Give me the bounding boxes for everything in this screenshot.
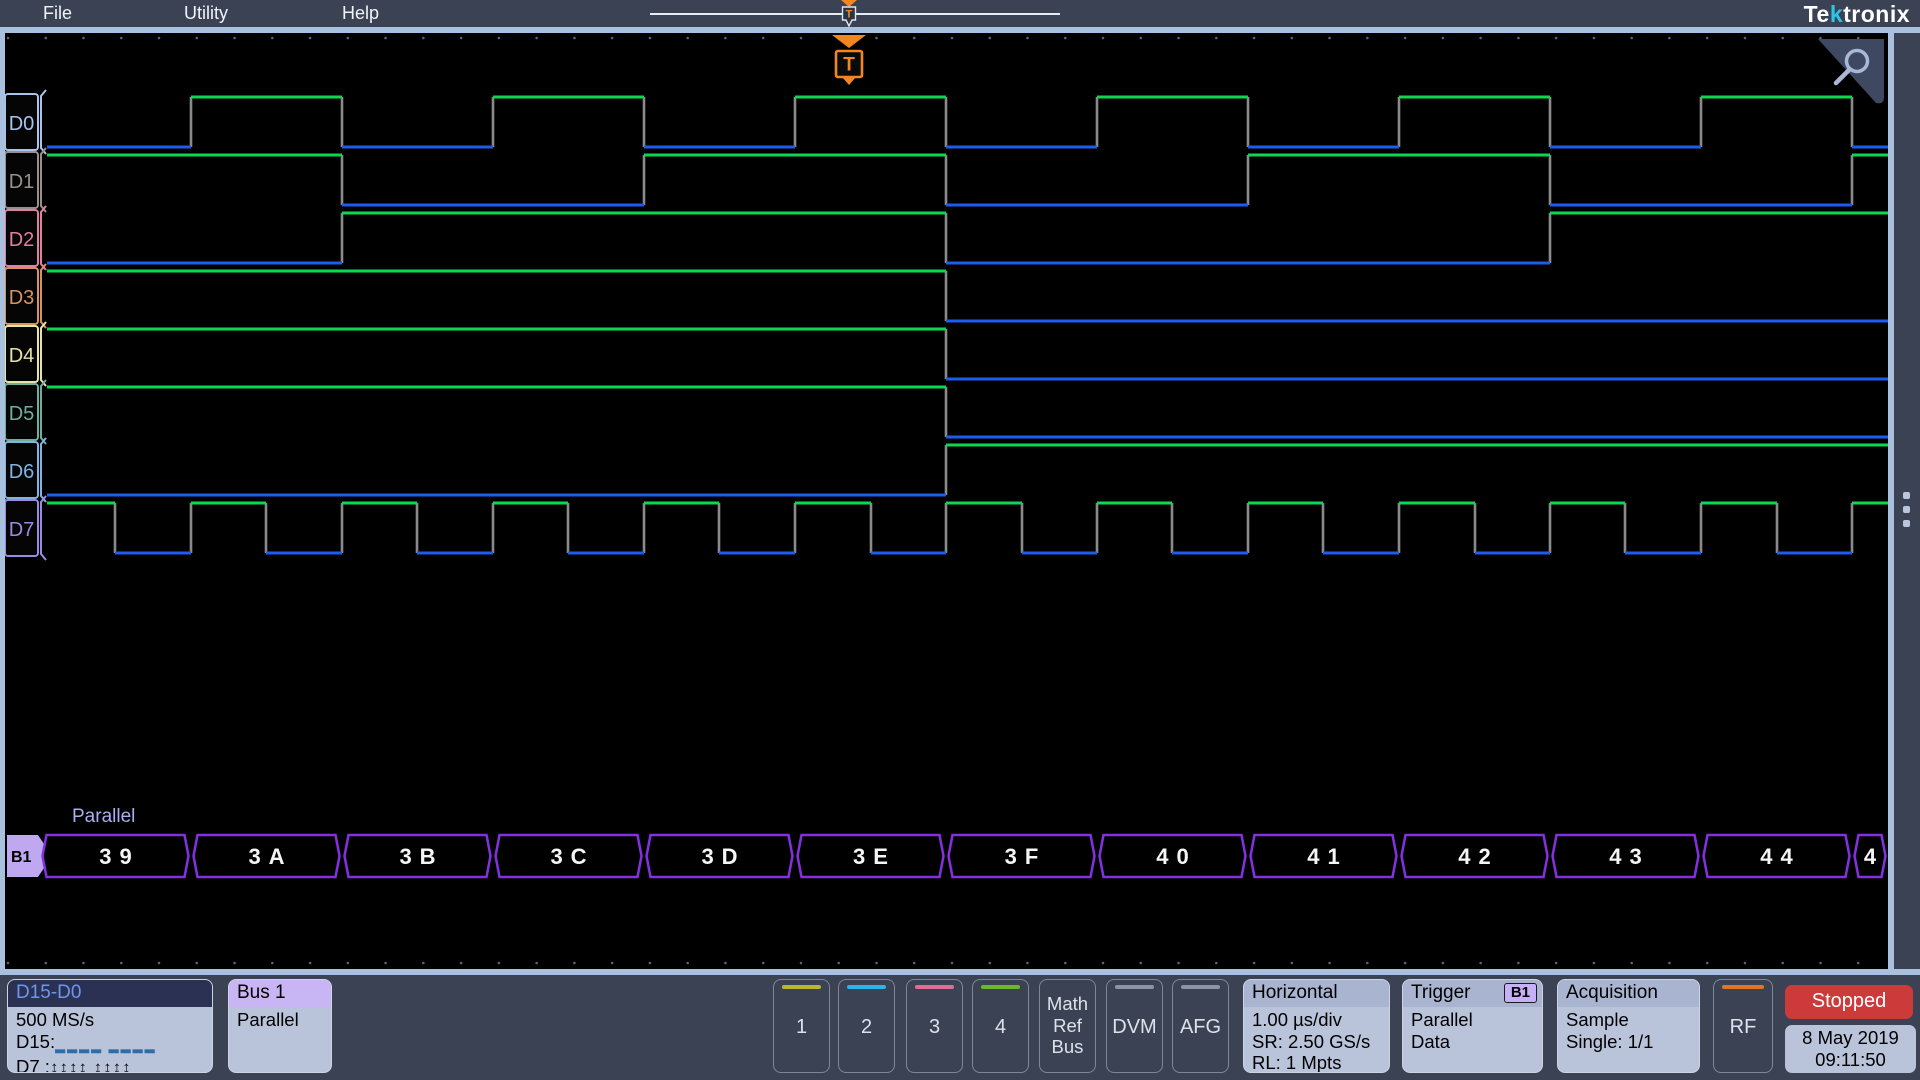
dvm-button[interactable]: DVM (1106, 979, 1163, 1073)
svg-text:3B: 3B (399, 844, 443, 869)
svg-text:40: 40 (1156, 844, 1196, 869)
bus-value-cell: 41 (1251, 835, 1397, 877)
waveform-display: D0 D1 D2 D3 D4 D5 D6 D7 Parallel B1 39 3A 3B 3C 3D 3E 3F… (0, 27, 1920, 975)
record-length: RL: 1 Mpts (1252, 1052, 1389, 1073)
bus1-badge[interactable]: Bus 1 Parallel (228, 979, 332, 1073)
svg-text:3C: 3C (550, 844, 594, 869)
tektronix-logo: Tektronix (1804, 1, 1910, 28)
math-ref-bus-button[interactable]: Math Ref Bus (1039, 979, 1096, 1073)
channel-color-bar (981, 985, 1020, 989)
channel-4-button[interactable]: 4 (972, 979, 1029, 1073)
acquisition-badge[interactable]: Acquisition Sample Single: 1/1 (1557, 979, 1700, 1073)
d7-row: D7 :↕↕↕↕ ↕↕↕↕ (16, 1056, 212, 1073)
sample-rate: SR: 2.50 GS/s (1252, 1031, 1389, 1053)
svg-text:3E: 3E (853, 844, 896, 869)
svg-text:D6: D6 (9, 461, 35, 483)
bus-value-cell: 3C (496, 835, 642, 877)
horizontal-badge[interactable]: Horizontal 1.00 µs/div SR: 2.50 GS/s RL:… (1243, 979, 1390, 1073)
bus-value-cell: 3B (345, 835, 491, 877)
digital-channels-header: D15-D0 (8, 980, 212, 1007)
svg-text:D3: D3 (9, 287, 35, 309)
afg-button[interactable]: AFG (1172, 979, 1229, 1073)
trigger-badge[interactable]: B1Trigger Parallel Data (1402, 979, 1543, 1073)
acquisition-count: Single: 1/1 (1566, 1031, 1699, 1053)
bus-value-cell: 43 (1553, 835, 1699, 877)
bus-value-cell: 3A (194, 835, 340, 877)
bus-value-cell: 3E (798, 835, 944, 877)
trigger-type: Parallel (1411, 1009, 1542, 1031)
bus-value-cell: 42 (1402, 835, 1548, 877)
bus-value-cell: 40 (1100, 835, 1246, 877)
bus-value-cell: 3F (949, 835, 1095, 877)
bus1-header: Bus 1 (229, 980, 331, 1007)
svg-text:D7: D7 (9, 519, 35, 541)
horizontal-scale: 1.00 µs/div (1252, 1009, 1389, 1031)
bus-value-cell: 3D (647, 835, 793, 877)
datetime-badge: 8 May 2019 09:11:50 (1785, 1025, 1916, 1073)
bus-type-label: Parallel (72, 806, 135, 827)
svg-text:D5: D5 (9, 403, 35, 425)
menu-help[interactable]: Help (342, 3, 379, 24)
svg-text:42: 42 (1458, 844, 1498, 869)
d15-row: D15:▂▂▂▂ ▂▂▂▂ (16, 1031, 212, 1057)
digital-channels-badge[interactable]: D15-D0 500 MS/s D15:▂▂▂▂ ▂▂▂▂ D7 :↕↕↕↕ ↕… (7, 979, 213, 1073)
channel-1-button[interactable]: 1 (773, 979, 830, 1073)
svg-text:B1: B1 (11, 849, 32, 866)
trigger-mode: Data (1411, 1031, 1542, 1053)
afg-color-bar (1181, 985, 1220, 989)
rf-color-bar (1722, 985, 1764, 989)
rf-button[interactable]: RF (1713, 979, 1773, 1073)
svg-text:3A: 3A (248, 844, 292, 869)
svg-text:3D: 3D (701, 844, 745, 869)
channel-color-bar (847, 985, 886, 989)
bus1-type: Parallel (237, 1009, 331, 1031)
channel-color-bar (782, 985, 821, 989)
dvm-color-bar (1115, 985, 1154, 989)
d15-activity-icon: ▂▂▂▂ ▂▂▂▂ (55, 1038, 157, 1053)
time: 09:11:50 (1785, 1049, 1916, 1071)
d7-activity-icon: ↕↕↕↕ ↕↕↕↕ (50, 1058, 132, 1073)
svg-text:T: T (846, 9, 853, 21)
acquisition-mode: Sample (1566, 1009, 1699, 1031)
channel-3-button[interactable]: 3 (906, 979, 963, 1073)
svg-text:4: 4 (1864, 844, 1884, 869)
svg-text:D2: D2 (9, 229, 35, 251)
run-status-badge[interactable]: Stopped (1785, 985, 1913, 1019)
svg-text:44: 44 (1760, 844, 1800, 869)
bus-value-cell: 4 (1855, 835, 1886, 877)
menu-utility[interactable]: Utility (184, 3, 228, 24)
svg-text:3F: 3F (1005, 844, 1047, 869)
menu-file[interactable]: File (43, 3, 72, 24)
oscilloscope-screen: File Utility Help T Tektronix D0 D1 D2 D3 D4… (0, 0, 1920, 1080)
svg-text:D4: D4 (9, 345, 35, 367)
menu-bar: File Utility Help T Tektronix (0, 0, 1920, 27)
trigger-position-marker-icon[interactable]: T (839, 0, 859, 27)
bus-value-cell: 44 (1704, 835, 1850, 877)
digital-sample-rate: 500 MS/s (16, 1009, 212, 1031)
bus-value-cell: 39 (43, 835, 189, 877)
svg-text:D0: D0 (9, 113, 35, 135)
svg-text:D1: D1 (9, 171, 35, 193)
svg-text:43: 43 (1609, 844, 1649, 869)
svg-text:39: 39 (99, 844, 139, 869)
channel-2-button[interactable]: 2 (838, 979, 895, 1073)
date: 8 May 2019 (1785, 1027, 1916, 1049)
channel-color-bar (915, 985, 954, 989)
status-bar: D15-D0 500 MS/s D15:▂▂▂▂ ▂▂▂▂ D7 :↕↕↕↕ ↕… (0, 975, 1920, 1080)
svg-text:T: T (843, 55, 855, 76)
svg-text:41: 41 (1307, 844, 1347, 869)
trigger-source-chip: B1 (1504, 983, 1537, 1003)
side-panel-drag-handle[interactable] (1903, 492, 1910, 527)
